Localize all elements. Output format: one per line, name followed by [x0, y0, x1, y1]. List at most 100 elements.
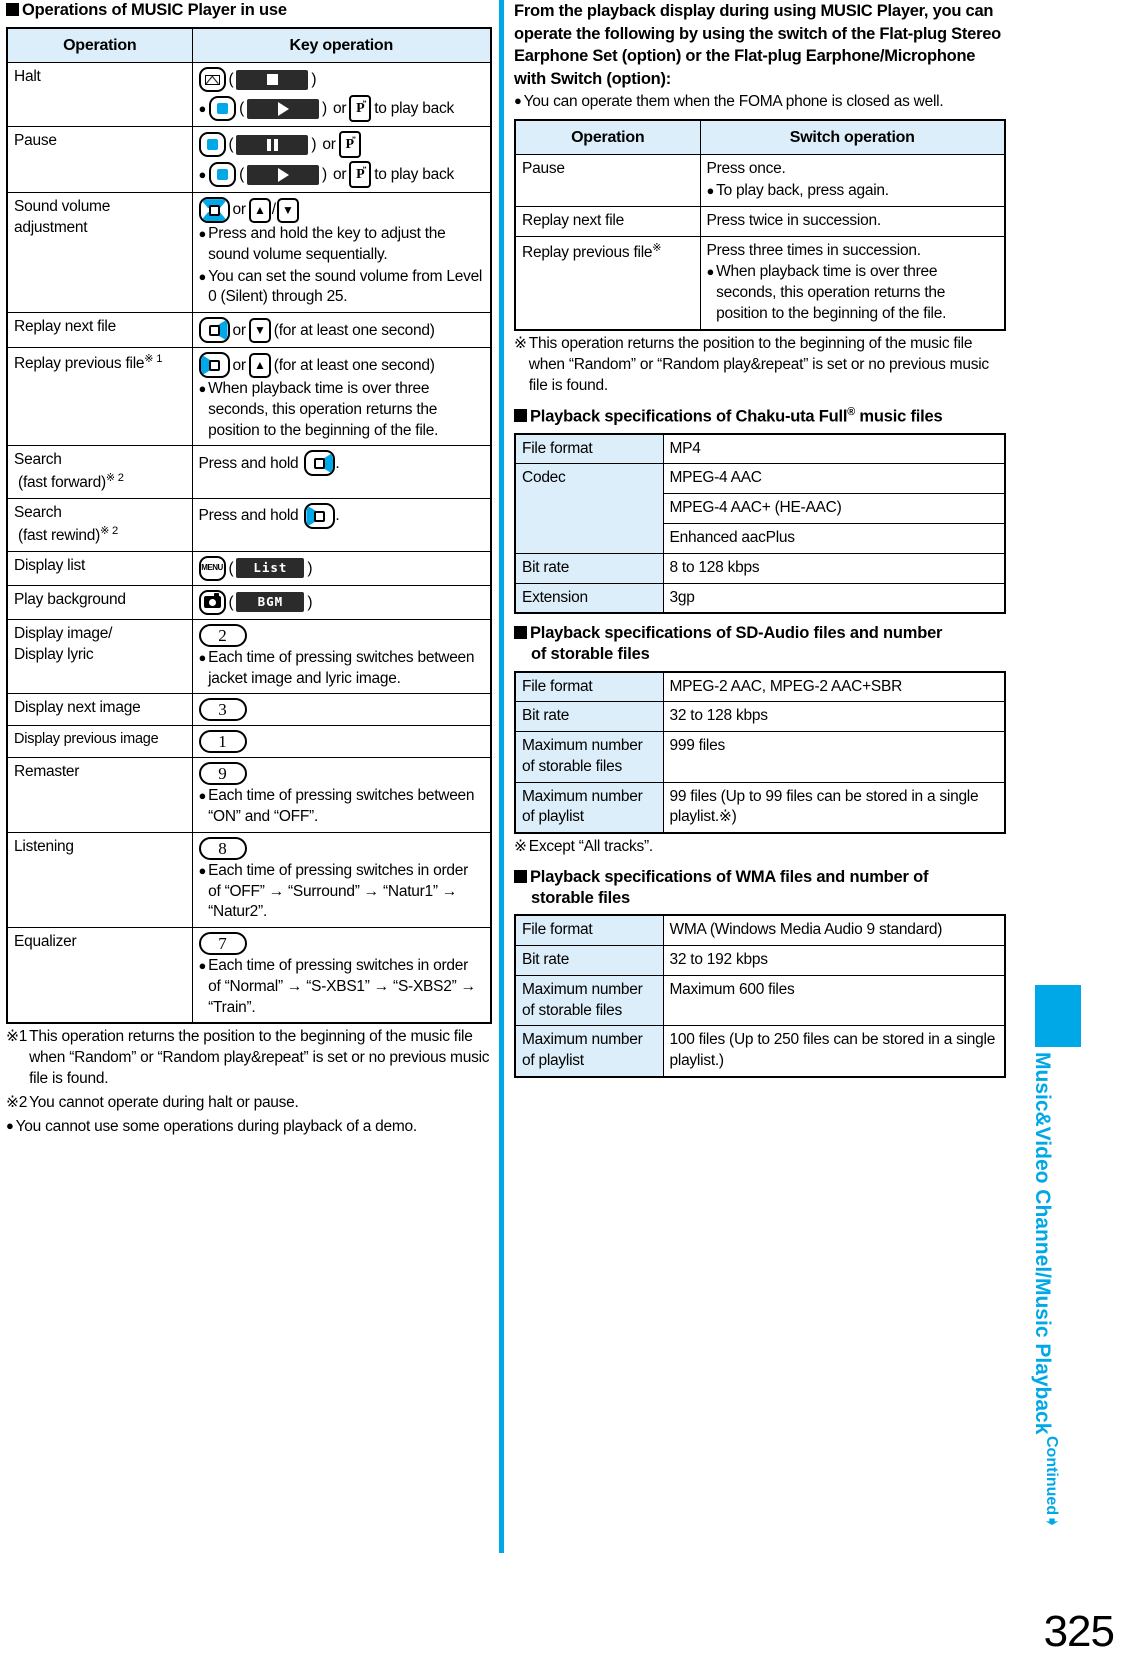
chakuuta-heading: Playback specifications of Chaku-uta Ful… [514, 406, 1006, 427]
col-switch-operation: Switch operation [699, 119, 1006, 156]
table-row: Bit rate 8 to 128 kbps [514, 552, 1006, 584]
row-label-display-list: Display list [6, 550, 193, 586]
switch-table-footnote: ※ This operation returns the position to… [514, 334, 1006, 397]
down-key-icon: ▼ [248, 317, 271, 343]
row-label-pause: Pause [6, 126, 193, 194]
table-row: Display next image 3 [6, 693, 492, 727]
row-value-listening: 8 ● Each time of pressing switches in ord… [191, 831, 492, 929]
spec-label-codec: Codec [514, 463, 664, 554]
numeric-key-icon: 1 [198, 730, 247, 754]
play-softkey-chip [247, 164, 320, 185]
sdaudio-heading-line1: Playback specifications of SD-Audio file… [530, 624, 943, 643]
bullet-dot: ● [198, 100, 207, 116]
footnote-text: Except “All tracks”. [528, 838, 653, 856]
bullet-dot: ● [706, 264, 715, 280]
numeric-key-icon: 3 [198, 698, 247, 722]
row-label-text: Replay previous file [14, 355, 145, 373]
table-row: Search (fast rewind)※ 2 Press and hold . [6, 498, 492, 552]
row-value-sound-volume: or ▲ / ▼ ● Press and hold the key to adju… [191, 192, 492, 314]
bullet-dot: ● [198, 862, 207, 878]
wma-heading-line1: Playback specifications of WMA files and… [530, 868, 929, 887]
row-label-display-image-lyric: Display image/Display lyric [6, 618, 193, 695]
table-row: Halt ( ) ● ( ) or P ” to play back [6, 62, 492, 128]
spec-label-file-format: File format [514, 671, 664, 703]
footnote-text: You cannot operate during halt or pause. [29, 1094, 299, 1112]
spec-label-bit-rate: Bit rate [514, 945, 664, 976]
col-operation: Operation [6, 27, 193, 64]
switch-row-value-previous: Press three times in succession. ● When p… [699, 235, 1006, 331]
duration-note: (for at least one second) [273, 321, 435, 339]
footnote-3: ● You cannot use some operations during … [6, 1117, 492, 1138]
pause-softkey-chip [236, 134, 309, 155]
numeric-key-icon: 7 [198, 932, 247, 956]
bullet-dot: ● [198, 788, 207, 804]
period: . [335, 507, 340, 525]
bullet-text: When playback time is over three seconds… [716, 263, 947, 323]
row-label-halt: Halt [6, 62, 193, 128]
chakuuta-heading-pre: Playback specifications of Chaku-uta Ful… [530, 407, 848, 426]
bullet-text: You can set the sound volume from Level … [208, 267, 483, 306]
footnote-2: ※2 You cannot operate during halt or pau… [6, 1093, 492, 1114]
spec-value-max-playlist: 100 files (Up to 250 files can be stored… [662, 1025, 1006, 1078]
row-label-text: Replay previous file [522, 243, 653, 261]
footnote-text: This operation returns the position to t… [29, 1028, 490, 1088]
row-value-remaster: 9 ● Each time of pressing switches betwee… [191, 757, 492, 833]
spec-label-bit-rate: Bit rate [514, 701, 664, 733]
table-row: File format WMA (Windows Media Audio 9 s… [514, 914, 1006, 947]
or-text: or [232, 321, 247, 339]
spec-value-bit-rate: 32 to 192 kbps [662, 945, 1006, 976]
row-value-search-rw: Press and hold . [191, 498, 492, 552]
value-text: Press three times in succession. [706, 241, 922, 259]
spec-value-file-format: MP4 [662, 433, 1006, 465]
table-header-row: Operation Switch operation [514, 119, 1006, 156]
table-header-row: Operation Key operation [6, 27, 492, 64]
table-row: Pause Press once. ● To play back, press a… [514, 154, 1006, 207]
numeric-key-icon: 2 [198, 623, 247, 647]
bullet-dot: ● [198, 649, 207, 665]
registered-mark: ® [847, 405, 855, 418]
navigation-key-updown-icon [198, 197, 230, 224]
row-label-replay-previous: Replay previous file※ 1 [6, 347, 193, 447]
music-player-key-icon: P” [349, 161, 372, 189]
up-key-icon: ▲ [248, 352, 271, 378]
to-play-back-text: to play back [374, 99, 454, 117]
bullet-dot: ● [198, 226, 207, 242]
continued-label: Continued➧ [1042, 1436, 1061, 1529]
footnote-marker: ※ 2 [105, 472, 124, 485]
or-text: or [322, 135, 336, 153]
footnote-mark: ※2 [6, 1094, 28, 1112]
column-divider [499, 0, 504, 1553]
spec-label-max-playlist: Maximum number of playlist [514, 781, 664, 834]
bullet-dot: ● [198, 166, 207, 182]
col-key-operation: Key operation [191, 27, 492, 64]
table-row: Display previous image 1 [6, 725, 492, 759]
table-row: Display image/Display lyric 2 ● Each time… [6, 618, 492, 695]
navigation-key-right-icon [304, 450, 336, 477]
table-row: Pause ( ) or P” ● () or P ” to play bac… [6, 126, 492, 194]
or-text: or [332, 165, 347, 183]
press-hold-text: Press and hold [198, 454, 299, 472]
music-player-key-icon: P” [338, 131, 361, 159]
chakuuta-spec-table: File format MP4 Codec MPEG-4 AAC MPEG-4 … [514, 432, 1006, 615]
sdaudio-heading-line2: of storable files [531, 644, 650, 663]
spec-value-bit-rate: 32 to 128 kbps [662, 701, 1006, 733]
switch-row-value-pause: Press once. ● To play back, press again. [699, 154, 1006, 207]
duration-note: (for at least one second) [273, 356, 435, 374]
spec-value-bit-rate: 8 to 128 kbps [662, 552, 1006, 584]
spec-value-max-storable: 999 files [662, 731, 1006, 783]
center-key-icon [198, 132, 226, 158]
row-label-sound-volume: Sound volume adjustment [6, 192, 193, 314]
chakuuta-heading-post: music files [855, 407, 943, 426]
table-row: Replay next file Press twice in successi… [514, 205, 1006, 237]
mail-key-icon [198, 67, 226, 93]
table-row: Display list MENU ( List ) [6, 550, 492, 586]
table-row: Sound volume adjustment or ▲ / ▼ ● Press a… [6, 192, 492, 314]
spec-value-codec-3: Enhanced aacPlus [662, 522, 1006, 554]
left-heading-text: Operations of MUSIC Player in use [22, 1, 287, 19]
spec-label-max-storable: Maximum number of storable files [514, 974, 664, 1027]
table-row: Maximum number of storable files 999 fil… [514, 731, 1006, 783]
bullet-text: Each time of pressing switches in order … [208, 861, 469, 921]
bullet-text: Each time of pressing switches in order … [208, 957, 476, 1016]
numeric-key-icon: 8 [198, 836, 247, 860]
row-label-remaster: Remaster [6, 757, 193, 833]
